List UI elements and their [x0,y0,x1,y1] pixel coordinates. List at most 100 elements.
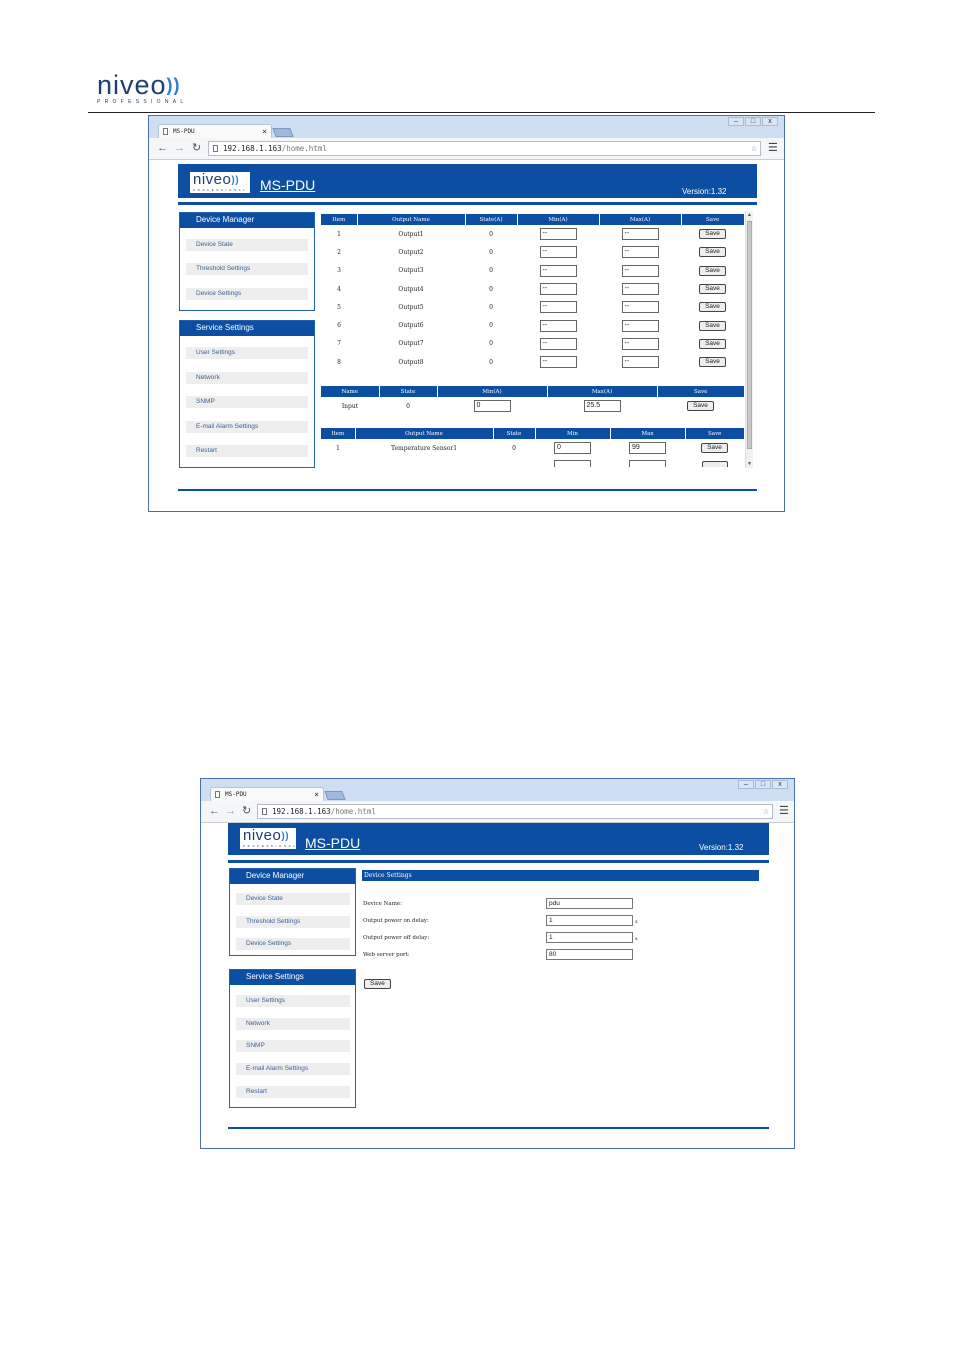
save-button[interactable]: Save [699,284,726,295]
save-button[interactable]: Save [701,443,728,453]
min-input[interactable]: -- [539,319,577,332]
banner-underline [228,860,769,863]
footer-line [228,1127,769,1129]
minimize-icon[interactable]: – [728,117,744,126]
tab-close-icon[interactable]: × [314,788,319,801]
document-logo: nivео)) PROFESSIONAL [97,72,209,106]
min-input[interactable]: 0 [473,400,511,412]
sidebar-item-network[interactable]: Network [186,372,308,384]
sidebar-item-email-alarm-settings[interactable]: E-mail Alarm Settings [186,421,308,433]
reload-icon[interactable]: ↻ [242,805,251,817]
max-input[interactable]: -- [621,301,659,314]
browser-toolbar: ← → ↻ 192.168.1.163/home.html ☆ ☰ [149,138,784,160]
menu-icon[interactable]: ☰ [768,142,778,154]
min-input[interactable]: -- [539,301,577,314]
forward-arrow-icon[interactable]: → [174,142,185,154]
reload-icon[interactable]: ↻ [192,142,201,154]
max-input[interactable]: -- [621,246,659,259]
save-button[interactable]: Save [699,357,726,368]
maximize-icon[interactable]: □ [755,780,771,789]
device-manager-header: Device Manager [180,213,314,228]
sidebar-item-device-settings[interactable]: Device Settings [236,938,350,950]
web-server-port-input[interactable]: 80 [546,949,633,960]
scroll-down-icon[interactable]: ▼ [746,460,753,468]
save-button[interactable]: Save [699,247,726,258]
app-title[interactable]: MS-PDU [260,177,315,193]
new-tab-button[interactable] [272,128,294,137]
sidebar-item-snmp[interactable]: SNMP [236,1040,350,1052]
bookmark-star-icon[interactable]: ☆ [751,142,757,155]
sidebar-item-email-alarm-settings[interactable]: E-mail Alarm Settings [236,1063,350,1075]
output-name-cell: Output4 [398,285,424,293]
browser-tab[interactable]: MS-PDU × [158,124,272,138]
power-on-delay-input[interactable]: 1 [546,915,633,926]
tab-close-icon[interactable]: × [262,125,267,138]
minimize-icon[interactable]: – [738,780,754,789]
back-arrow-icon[interactable]: ← [209,805,220,817]
min-input[interactable]: -- [539,356,577,369]
sensor-table-viewport: Item Output Name State Min Max Save 1 Te… [321,428,744,467]
sidebar-item-restart[interactable]: Restart [186,445,308,457]
min-input[interactable]: -- [539,246,577,259]
min-input[interactable] [554,460,591,467]
address-bar[interactable]: 192.168.1.163/home.html ☆ [257,804,773,819]
sidebar-item-threshold-settings[interactable]: Threshold Settings [236,916,350,928]
table-row: Input 0 0 25.5 Save [321,397,744,415]
save-button[interactable]: Save [699,265,726,276]
save-button[interactable]: Save [687,401,714,411]
max-input[interactable]: -- [621,228,659,241]
scroll-up-icon[interactable]: ▲ [746,211,753,219]
close-window-icon[interactable]: x [772,780,788,789]
save-button[interactable]: Save [699,229,726,240]
close-window-icon[interactable]: x [762,117,778,126]
app-title[interactable]: MS-PDU [305,835,360,851]
item-cell: 2 [337,248,341,256]
back-arrow-icon[interactable]: ← [157,142,168,154]
save-button[interactable]: Save [699,320,726,331]
sidebar-item-network[interactable]: Network [236,1018,350,1030]
sidebar-item-snmp[interactable]: SNMP [186,396,308,408]
new-tab-button[interactable] [324,791,346,800]
device-name-input[interactable]: pdu [546,898,633,909]
max-input[interactable]: 25.5 [583,400,621,412]
page-icon [163,128,168,135]
max-input[interactable]: -- [621,264,659,277]
table-row: 6 Output6 0 -- -- Save [321,316,744,334]
address-bar[interactable]: 192.168.1.163/home.html ☆ [208,141,761,156]
min-input[interactable]: -- [539,283,577,296]
browser-tab[interactable]: MS-PDU × [210,787,324,801]
power-on-delay-unit: s [635,919,638,925]
min-input[interactable]: -- [539,337,577,350]
min-input[interactable]: -- [539,264,577,277]
sidebar-item-restart[interactable]: Restart [236,1086,350,1098]
service-settings-header: Service Settings [180,321,314,336]
state-cell: 0 [489,267,493,275]
table-row: 1 Temperature Sensor1 0 0 99 Save [321,439,744,457]
max-input[interactable] [629,460,666,467]
power-off-delay-input[interactable]: 1 [546,932,633,943]
sidebar-item-device-state[interactable]: Device State [186,239,308,251]
sidebar-item-user-settings[interactable]: User Settings [186,347,308,359]
save-button[interactable]: Save [699,338,726,349]
min-input[interactable]: -- [539,228,577,241]
save-button[interactable]: Save [699,302,726,313]
scroll-thumb[interactable] [747,221,752,449]
max-input[interactable]: 99 [629,442,666,454]
save-button[interactable]: Save [364,979,391,989]
sidebar-item-device-settings[interactable]: Device Settings [186,288,308,300]
content-scrollbar[interactable]: ▲ ▼ [745,211,753,468]
max-input[interactable]: -- [621,337,659,350]
max-input[interactable]: -- [621,319,659,332]
menu-icon[interactable]: ☰ [779,805,789,817]
maximize-icon[interactable]: □ [745,117,761,126]
forward-arrow-icon[interactable]: → [225,805,236,817]
sidebar-item-threshold-settings[interactable]: Threshold Settings [186,263,308,275]
max-input[interactable]: -- [621,283,659,296]
max-input[interactable]: -- [621,356,659,369]
sidebar-item-device-state[interactable]: Device State [236,893,350,905]
save-button[interactable] [701,461,728,467]
min-input[interactable]: 0 [554,442,591,454]
sidebar-item-user-settings[interactable]: User Settings [236,995,350,1007]
bookmark-star-icon[interactable]: ☆ [763,805,769,818]
service-settings-header: Service Settings [230,970,355,985]
